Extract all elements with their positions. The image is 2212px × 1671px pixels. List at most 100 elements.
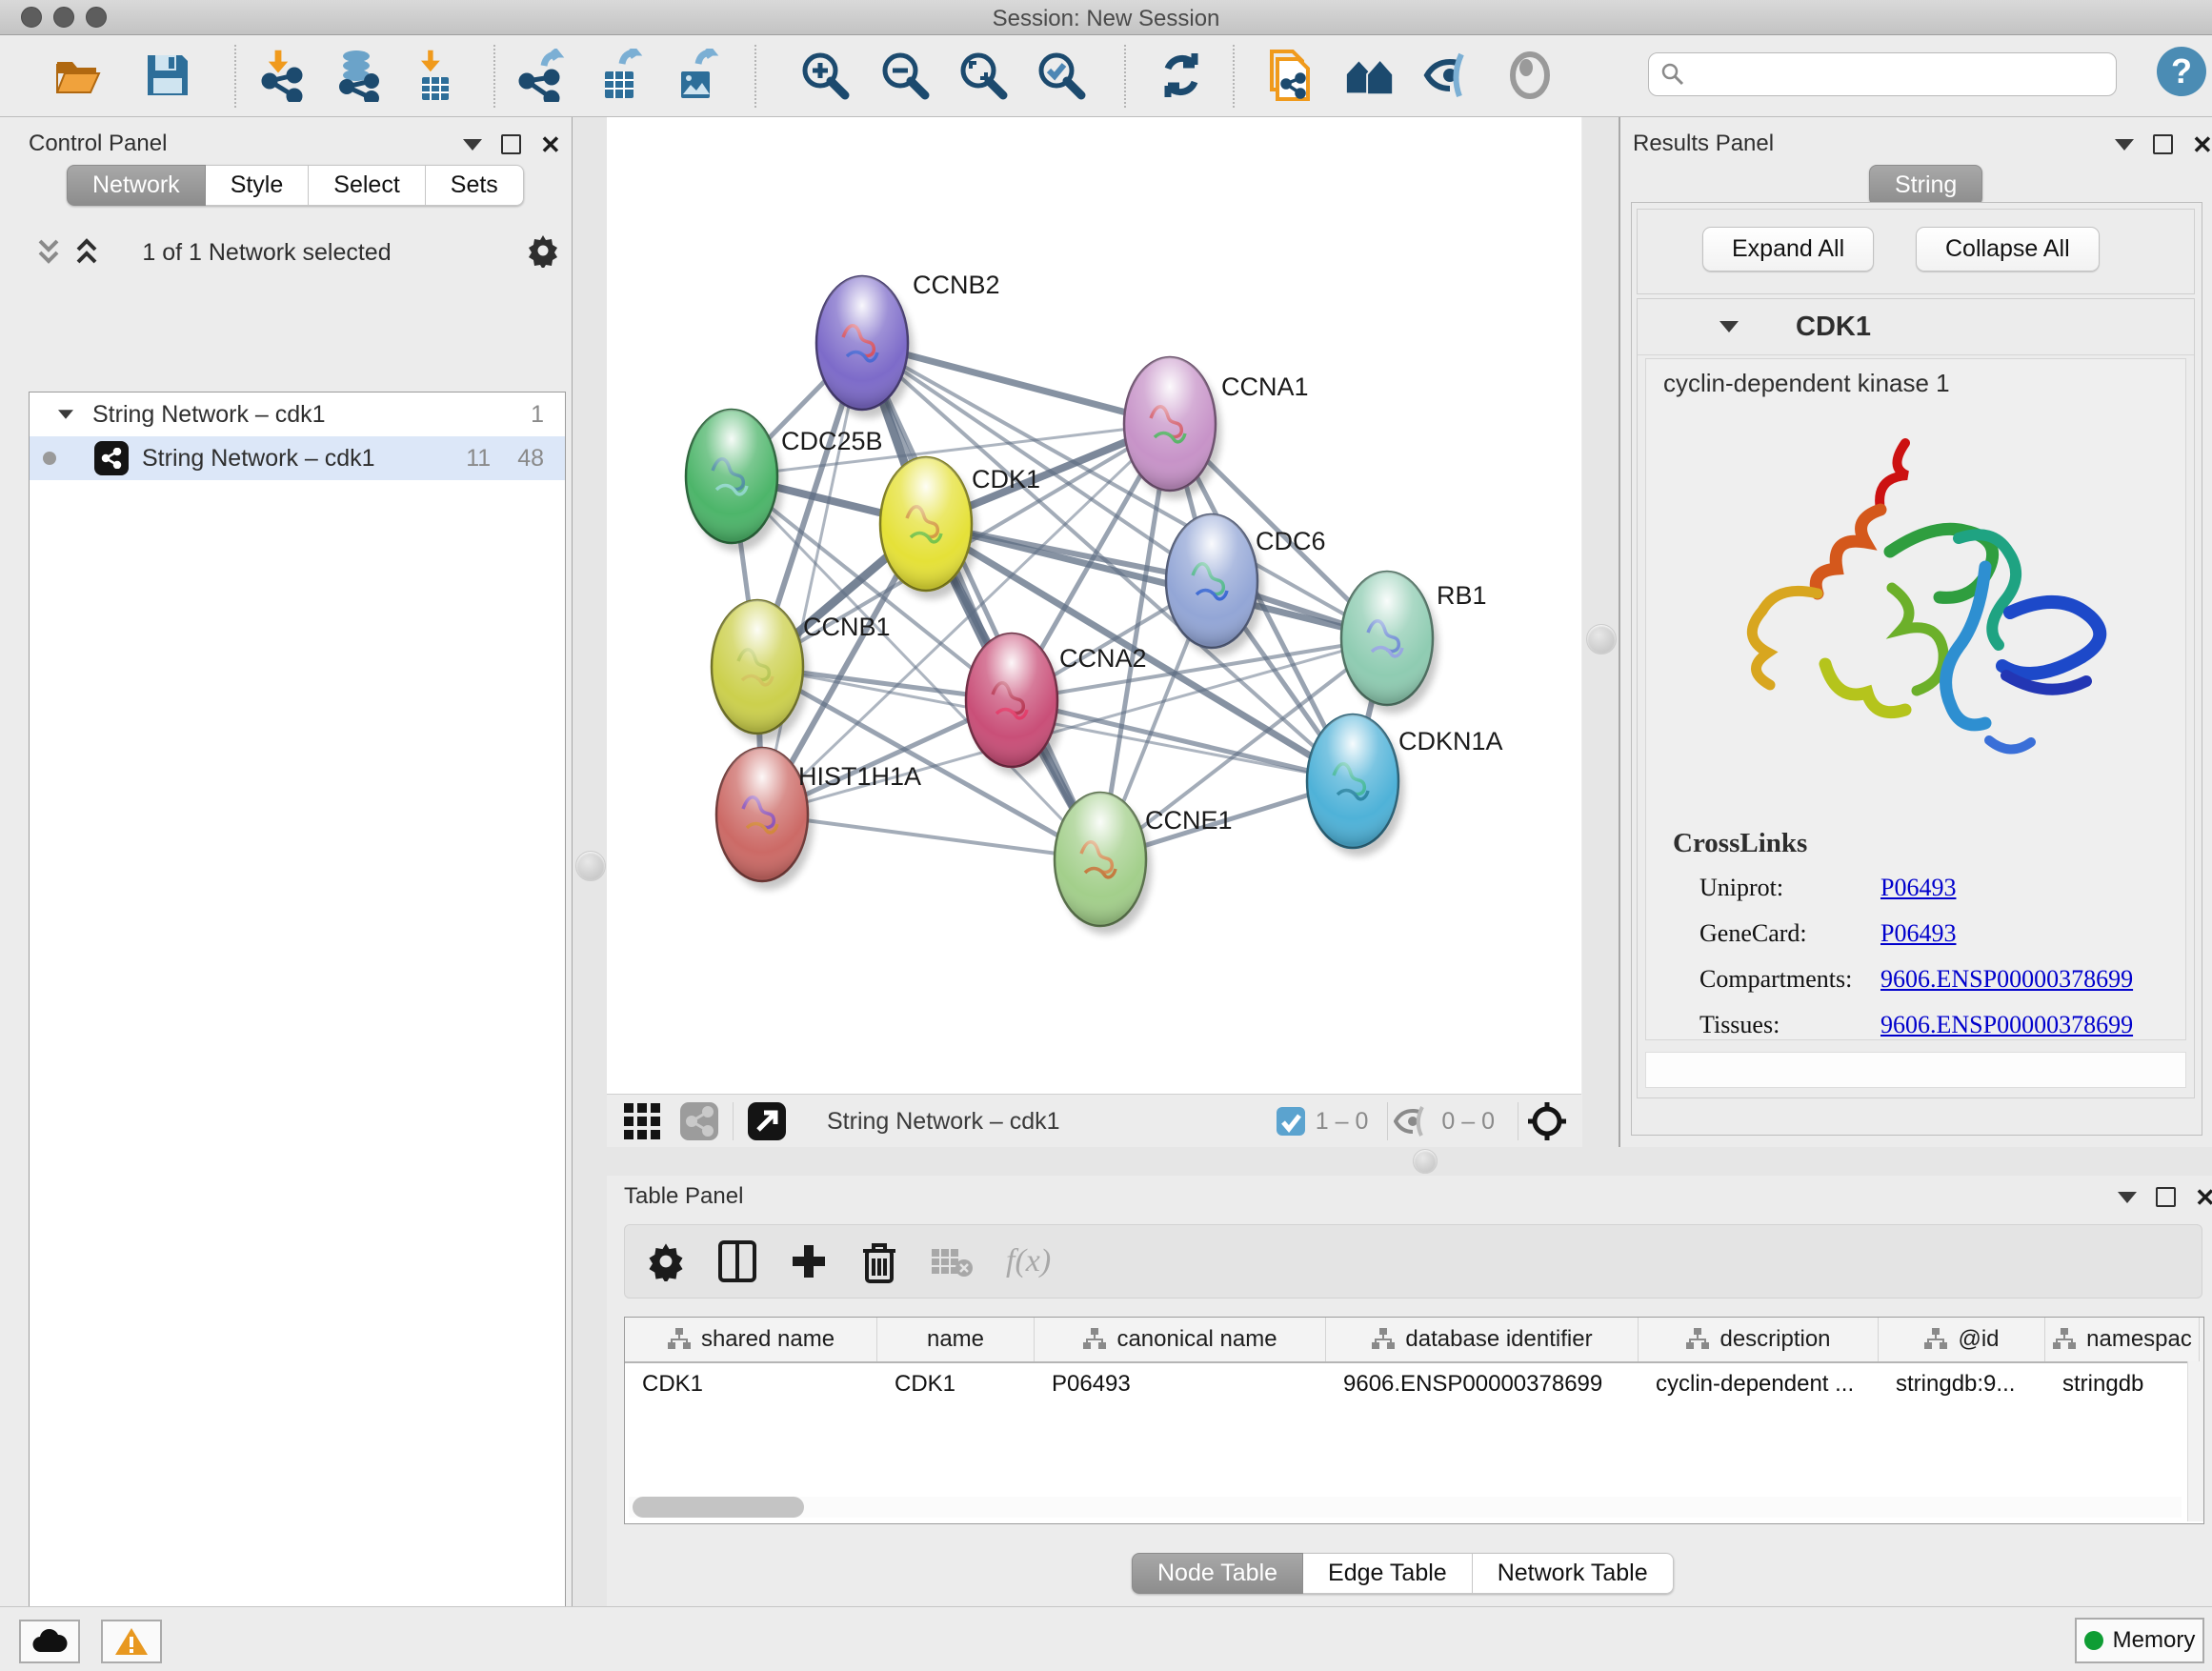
right-splitter[interactable] [1582, 117, 1620, 1147]
crosslink-link[interactable]: P06493 [1880, 874, 1956, 902]
zoom-in-button[interactable] [798, 49, 852, 102]
export-network-button[interactable] [514, 49, 568, 102]
create-column-plus-icon[interactable] [789, 1241, 829, 1281]
tab-network[interactable]: Network [67, 165, 206, 206]
import-network-from-database-button[interactable] [332, 49, 385, 102]
show-hidden-button-disabled[interactable] [1503, 49, 1557, 102]
table-cell[interactable]: cyclin-dependent ... [1639, 1363, 1879, 1405]
table-hscrollbar-thumb[interactable] [633, 1497, 804, 1518]
table-options-gear-icon[interactable] [646, 1241, 686, 1281]
tab-sets[interactable]: Sets [426, 165, 524, 206]
tab-network-table[interactable]: Network Table [1473, 1553, 1674, 1594]
tab-edge-table[interactable]: Edge Table [1303, 1553, 1473, 1594]
detach-view-icon[interactable] [747, 1101, 787, 1141]
network-node-RB1[interactable] [1341, 572, 1438, 714]
crosslink-link[interactable]: 9606.ENSP00000378699 [1880, 965, 2133, 994]
maximize-panel-icon[interactable] [501, 134, 521, 154]
gene-section-header[interactable]: CDK1 [1638, 299, 2194, 355]
open-session-button[interactable] [51, 49, 105, 102]
warnings-button[interactable] [101, 1620, 162, 1663]
delete-column-trash-icon[interactable] [861, 1239, 897, 1283]
network-node-CDKN1A[interactable] [1307, 715, 1404, 856]
hide-selected-button[interactable] [1423, 49, 1477, 102]
table-hscrollbar[interactable] [629, 1497, 2182, 1518]
memory-button[interactable]: Memory [2075, 1618, 2204, 1663]
export-image-button[interactable] [669, 49, 722, 102]
node-table: shared namenamecanonical namedatabase id… [624, 1317, 2204, 1524]
column-header-description[interactable]: description [1639, 1318, 1879, 1361]
float-panel-icon[interactable] [2115, 139, 2134, 151]
zoom-fit-button[interactable] [956, 49, 1010, 102]
network-edge[interactable] [762, 343, 862, 815]
selected-checkbox-icon[interactable] [1276, 1106, 1306, 1137]
maximize-panel-icon[interactable] [2156, 1187, 2176, 1207]
network-node-CCNE1[interactable] [1055, 793, 1152, 935]
collapse-all-button[interactable]: Collapse All [1916, 227, 2100, 272]
new-network-from-selection-button[interactable] [1263, 49, 1317, 102]
horizontal-splitter-handle[interactable] [1413, 1149, 1438, 1174]
export-table-button[interactable] [593, 49, 646, 102]
left-splitter-handle[interactable] [575, 851, 606, 881]
network-graph[interactable]: CCNB2CCNA1CDC25BCDK1CDC6RB1CCNB1CCNA2CDK… [607, 117, 1581, 1094]
crosslink-link[interactable]: P06493 [1880, 919, 1956, 948]
network-row-selected[interactable]: String Network – cdk1 11 48 [30, 436, 565, 480]
zoom-out-button[interactable] [878, 49, 932, 102]
zoom-selected-button[interactable] [1035, 49, 1088, 102]
table-cell[interactable]: CDK1 [625, 1363, 877, 1405]
cloud-status-button[interactable] [19, 1620, 80, 1663]
network-canvas[interactable]: CCNB2CCNA1CDC25BCDK1CDC6RB1CCNB1CCNA2CDK… [607, 117, 1581, 1094]
import-table-button[interactable] [408, 49, 461, 102]
left-splitter[interactable] [573, 117, 607, 1606]
hidden-eye-icon[interactable] [1394, 1105, 1432, 1137]
float-panel-icon[interactable] [463, 139, 482, 151]
column-header-database-identifier[interactable]: database identifier [1326, 1318, 1639, 1361]
save-session-button[interactable] [141, 49, 194, 102]
network-node-CCNB2[interactable] [816, 276, 914, 418]
column-header-@id[interactable]: @id [1879, 1318, 2045, 1361]
apply-layout-button[interactable] [1155, 49, 1208, 102]
close-panel-icon[interactable]: ✕ [540, 135, 561, 154]
tree-expand-icon[interactable] [58, 410, 73, 419]
right-splitter-handle[interactable] [1586, 624, 1617, 654]
table-row[interactable]: CDK1CDK1P064939606.ENSP00000378699cyclin… [625, 1363, 2203, 1405]
section-expand-icon[interactable] [1719, 321, 1739, 332]
tab-string[interactable]: String [1869, 165, 1982, 206]
network-node-CCNB1[interactable] [712, 600, 809, 742]
horizontal-splitter[interactable] [607, 1147, 2212, 1176]
crosslink-link[interactable]: 9606.ENSP00000378699 [1880, 1011, 2133, 1039]
network-node-CDC6[interactable] [1166, 514, 1263, 656]
network-collection-row[interactable]: String Network – cdk1 1 [30, 393, 565, 436]
table-vscrollbar[interactable] [2187, 1361, 2203, 1521]
expand-all-button[interactable]: Expand All [1702, 227, 1874, 272]
tab-select[interactable]: Select [309, 165, 425, 206]
import-network-button[interactable] [255, 49, 309, 102]
column-header-name[interactable]: name [877, 1318, 1035, 1361]
close-panel-icon[interactable]: ✕ [2195, 1188, 2212, 1207]
grid-view-icon[interactable] [622, 1101, 662, 1141]
table-cell[interactable]: 9606.ENSP00000378699 [1326, 1363, 1639, 1405]
tab-style[interactable]: Style [206, 165, 310, 206]
table-cell[interactable]: P06493 [1035, 1363, 1326, 1405]
help-button[interactable]: ? [2155, 45, 2208, 98]
delete-table-icon-disabled[interactable] [930, 1245, 974, 1278]
results-scrollbar-track[interactable] [1645, 1052, 2186, 1088]
column-header-shared-name[interactable]: shared name [625, 1318, 877, 1361]
float-panel-icon[interactable] [2118, 1192, 2137, 1203]
network-panel-options-button[interactable] [526, 233, 560, 268]
table-cell[interactable]: stringdb [2045, 1363, 2200, 1405]
search-field[interactable] [1648, 52, 2117, 96]
function-builder-button-disabled[interactable]: f(x) [1006, 1243, 1051, 1279]
birdseye-toggle-icon[interactable] [1526, 1100, 1568, 1142]
column-header-namespac[interactable]: namespac [2045, 1318, 2200, 1361]
maximize-panel-icon[interactable] [2153, 134, 2173, 154]
selected-counts: 1 – 0 [1316, 1108, 1369, 1136]
tab-node-table[interactable]: Node Table [1132, 1553, 1303, 1594]
show-columns-icon[interactable] [718, 1240, 756, 1282]
table-cell[interactable]: stringdb:9... [1879, 1363, 2045, 1405]
table-cell[interactable]: CDK1 [877, 1363, 1035, 1405]
column-header-canonical-name[interactable]: canonical name [1035, 1318, 1326, 1361]
network-node-CDC25B[interactable] [686, 410, 783, 552]
show-all-nodes-button[interactable] [1343, 49, 1397, 102]
network-view-mode-icon[interactable] [679, 1101, 719, 1141]
close-panel-icon[interactable]: ✕ [2192, 135, 2212, 154]
